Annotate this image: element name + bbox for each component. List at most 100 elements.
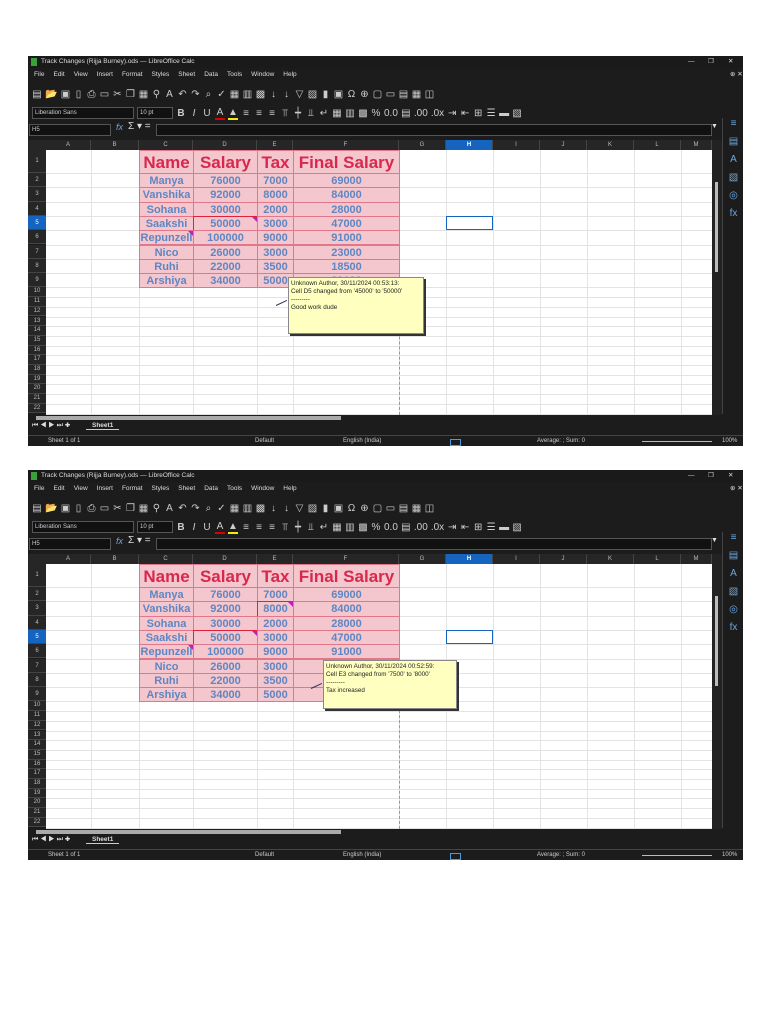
- table-cell[interactable]: 22000: [193, 258, 258, 275]
- special-char-icon[interactable]: Ω: [346, 503, 356, 514]
- formula-input[interactable]: [156, 538, 712, 550]
- properties-icon[interactable]: ▤: [723, 550, 743, 568]
- define-print-icon[interactable]: ▤: [398, 503, 408, 514]
- table-cell[interactable]: 92000: [193, 601, 258, 617]
- print-icon[interactable]: ⎙: [86, 89, 96, 100]
- column-header-b[interactable]: B: [91, 554, 139, 564]
- merge-icon[interactable]: ▦: [332, 108, 342, 119]
- new-icon[interactable]: ▤: [32, 89, 42, 100]
- column-header-d[interactable]: D: [193, 140, 257, 150]
- gallery-icon[interactable]: ▧: [723, 586, 743, 604]
- table-cell[interactable]: 47000: [293, 629, 400, 646]
- table-cell[interactable]: 26000: [193, 244, 258, 260]
- column-header-f[interactable]: F: [293, 554, 399, 564]
- column-header-k[interactable]: K: [587, 140, 634, 150]
- row-header-9[interactable]: 9: [28, 687, 46, 702]
- export-pdf-icon[interactable]: ▯: [73, 503, 83, 514]
- table-cell[interactable]: 3500: [257, 672, 294, 689]
- open-icon[interactable]: 📂: [45, 89, 57, 100]
- table-cell[interactable]: 92000: [193, 187, 258, 203]
- clear-icon[interactable]: A: [164, 89, 174, 100]
- copy-icon[interactable]: ❐: [125, 503, 135, 514]
- column-header-d[interactable]: D: [193, 554, 257, 564]
- save-icon[interactable]: ▣: [60, 503, 70, 514]
- table-cell[interactable]: Repunzell: [139, 644, 194, 660]
- row-header-19[interactable]: 19: [28, 374, 46, 385]
- table-cell[interactable]: 84000: [293, 601, 400, 617]
- menu-data[interactable]: Data: [204, 71, 218, 78]
- row-header-8[interactable]: 8: [28, 258, 46, 274]
- row-header-19[interactable]: 19: [28, 788, 46, 799]
- close-button[interactable]: ✕: [728, 470, 733, 482]
- menu-window[interactable]: Window: [251, 71, 274, 78]
- font-name-box[interactable]: Liberation Sans: [32, 107, 134, 119]
- row-header-5[interactable]: 5: [28, 215, 46, 231]
- table-cell[interactable]: 91000: [293, 230, 400, 246]
- define-print-icon[interactable]: ▤: [398, 89, 408, 100]
- table-cell[interactable]: 91000: [293, 644, 400, 660]
- menu-file[interactable]: File: [34, 485, 44, 492]
- table-cell[interactable]: 47000: [293, 215, 400, 232]
- outdent-icon[interactable]: ⇤: [460, 108, 470, 119]
- table-cell[interactable]: 23000: [293, 244, 400, 260]
- clear-icon[interactable]: A: [164, 503, 174, 514]
- table-cell[interactable]: 50000: [193, 215, 258, 232]
- table-cell[interactable]: 3000: [257, 629, 294, 646]
- underline-icon[interactable]: U: [202, 522, 212, 533]
- table-cell[interactable]: Ruhi: [139, 672, 194, 689]
- header-icon[interactable]: ▭: [385, 503, 395, 514]
- menu-help[interactable]: Help: [283, 71, 296, 78]
- properties-icon[interactable]: ▤: [723, 136, 743, 154]
- sort-desc-icon[interactable]: ↓: [281, 89, 291, 100]
- function-wizard-icon[interactable]: fx: [116, 122, 123, 132]
- header-icon[interactable]: ▭: [385, 89, 395, 100]
- column-header-i[interactable]: I: [493, 140, 540, 150]
- menu-insert[interactable]: Insert: [97, 485, 113, 492]
- currency-icon[interactable]: ▩: [358, 522, 368, 533]
- table-cell[interactable]: 3000: [257, 244, 294, 260]
- currency-icon[interactable]: ▩: [358, 108, 368, 119]
- export-pdf-icon[interactable]: ▯: [73, 89, 83, 100]
- sort-desc-icon[interactable]: ↓: [281, 503, 291, 514]
- new-icon[interactable]: ▤: [32, 503, 42, 514]
- styles-icon[interactable]: A: [723, 568, 743, 586]
- column-header-h[interactable]: H: [446, 554, 493, 564]
- horizontal-scrollbar-thumb[interactable]: [36, 416, 341, 420]
- add-decimal-icon[interactable]: .00: [414, 522, 428, 533]
- column-header-a[interactable]: A: [46, 140, 91, 150]
- column-header-a[interactable]: A: [46, 554, 91, 564]
- redo-icon[interactable]: ↷: [190, 89, 200, 100]
- row-header-16[interactable]: 16: [28, 759, 46, 770]
- undo-icon[interactable]: ↶: [177, 89, 187, 100]
- close-document-button[interactable]: ⊕ ✕: [730, 68, 743, 81]
- print-preview-icon[interactable]: ▭: [99, 89, 109, 100]
- number-icon[interactable]: 0.0: [384, 522, 398, 533]
- expand-formula-icon[interactable]: ▼: [711, 123, 718, 130]
- selected-cell-h5[interactable]: [446, 215, 493, 230]
- selection-mode-icon[interactable]: [450, 439, 461, 446]
- delete-decimal-icon[interactable]: .0x: [431, 108, 444, 119]
- row-header-15[interactable]: 15: [28, 749, 46, 760]
- delete-decimal-icon[interactable]: .0x: [431, 522, 444, 533]
- row-header-11[interactable]: 11: [28, 711, 46, 721]
- table-cell[interactable]: Saakshi: [139, 629, 194, 646]
- table-cell[interactable]: 2000: [257, 615, 294, 631]
- table-cell[interactable]: Vanshika: [139, 187, 194, 203]
- row-header-1[interactable]: 1: [28, 150, 46, 173]
- table-cell[interactable]: Sohana: [139, 201, 194, 217]
- align-middle-icon[interactable]: ┿: [293, 522, 303, 533]
- table-cell[interactable]: 22000: [193, 672, 258, 689]
- filter-icon[interactable]: ▽: [294, 89, 304, 100]
- table-cell[interactable]: 69000: [293, 587, 400, 603]
- table-cell[interactable]: 7000: [257, 587, 294, 603]
- highlight-icon[interactable]: ▲: [228, 107, 238, 120]
- align-right-icon[interactable]: ≡: [267, 522, 277, 533]
- save-icon[interactable]: ▣: [60, 89, 70, 100]
- column-header-c[interactable]: C: [139, 140, 193, 150]
- percent-icon[interactable]: %: [371, 108, 381, 119]
- menu-file[interactable]: File: [34, 71, 44, 78]
- row-header-22[interactable]: 22: [28, 817, 46, 828]
- border-color-icon[interactable]: ▬: [499, 522, 509, 533]
- column-header-e[interactable]: E: [257, 554, 293, 564]
- restore-button[interactable]: ❐: [708, 470, 714, 482]
